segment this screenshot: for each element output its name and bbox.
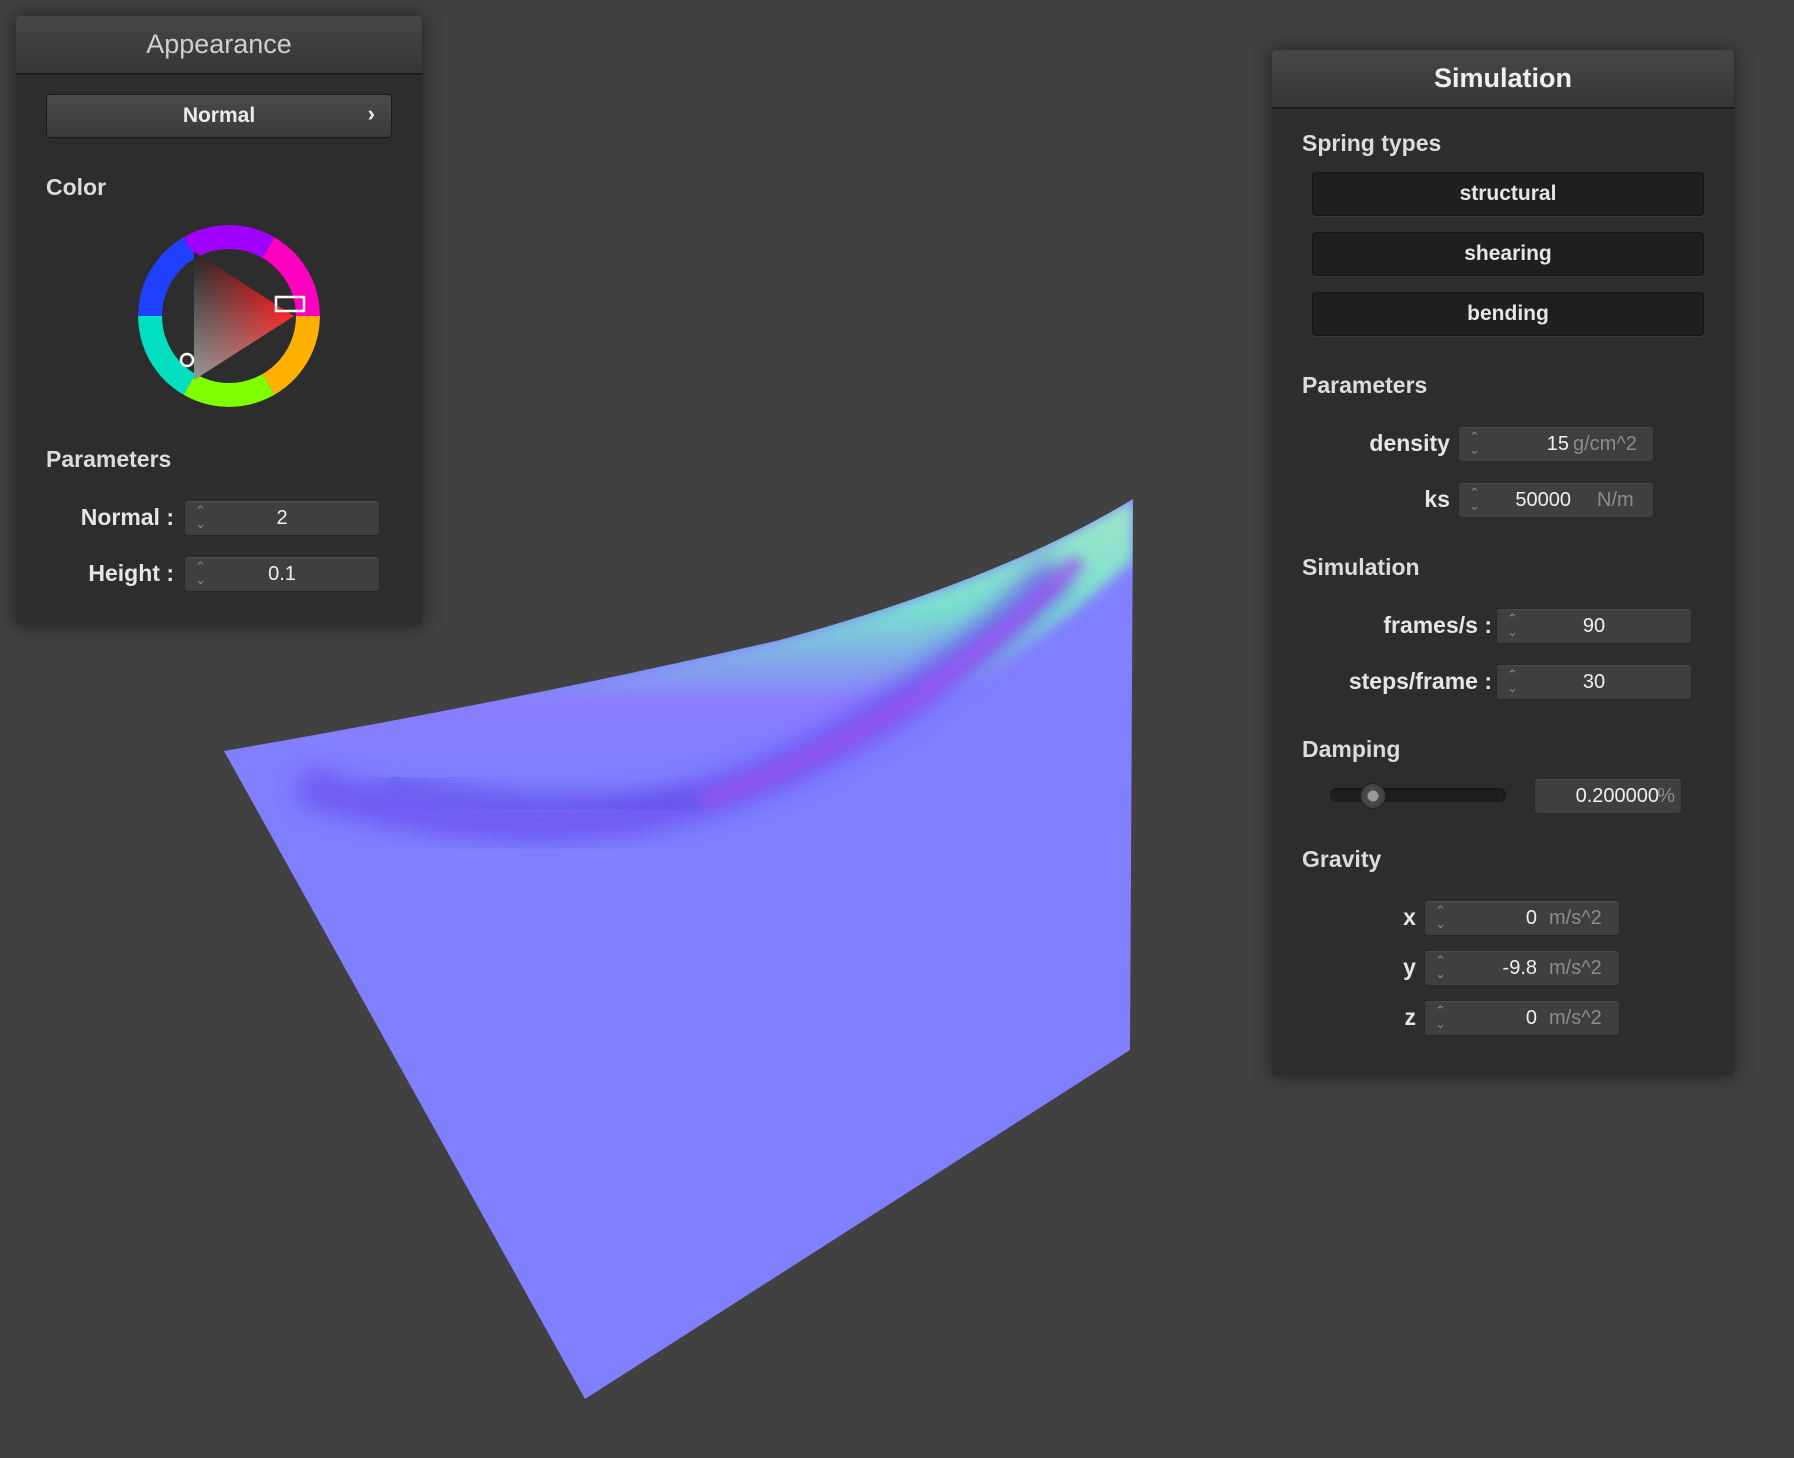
simulation-panel: Simulation Spring types structural shear… [1272,50,1734,1076]
steps-label: steps/frame : [1348,668,1492,694]
density-spinbox[interactable]: ⌃ ⌄ 15 g/cm^2 [1458,426,1654,462]
height-value: 0.1 [268,563,296,585]
damping-unit: % [1657,785,1675,807]
appearance-title: Appearance [16,16,422,75]
gravity-z-value: 0 [1525,1007,1537,1029]
gravity-y-unit: m/s^2 [1549,957,1602,979]
color-wheel[interactable] [134,221,324,411]
ks-spinbox[interactable]: ⌃ ⌄ 50000 N/m [1458,482,1654,518]
structural-button[interactable]: structural [1312,172,1704,216]
gravity-x-label: x : [1403,904,1430,930]
fps-label: frames/s : [1383,612,1492,638]
spin-arrows-icon[interactable]: ⌃ ⌄ [1435,1004,1446,1030]
normal-value: 2 [276,507,288,529]
ks-unit: N/m [1597,489,1634,511]
density-unit: g/cm^2 [1573,433,1637,455]
gravity-y-value: -9.8 [1502,957,1537,979]
gravity-z-unit: m/s^2 [1549,1007,1602,1029]
color-label: Color [46,174,107,200]
steps-spinbox[interactable]: ⌃ ⌄ 30 [1496,664,1692,700]
gravity-z-label: z : [1404,1004,1430,1030]
fps-value: 90 [1582,615,1606,637]
shearing-button[interactable]: shearing [1312,232,1704,276]
density-value: 15 [1546,433,1569,455]
chevron-right-icon: › [367,101,375,126]
mode-label: Normal [182,104,256,127]
spring-types-label: Spring types [1302,130,1442,156]
height-label: Height : [88,560,174,586]
damping-slider-knob[interactable] [1360,783,1387,809]
appearance-panel: Appearance Normal › Color Parameters Nor… [16,16,422,625]
simulation-section-label: Simulation [1302,554,1420,580]
damping-slider[interactable] [1330,783,1506,809]
damping-field[interactable]: 0.200000 % [1534,778,1682,814]
ks-label: ks : [1424,486,1464,512]
fps-spinbox[interactable]: ⌃ ⌄ 90 [1496,608,1692,644]
height-spinbox[interactable]: ⌃ ⌄ 0.1 [184,556,380,592]
gravity-x-value: 0 [1525,907,1537,929]
spin-arrows-icon[interactable]: ⌃ ⌄ [1469,486,1480,512]
gravity-x-spinbox[interactable]: ⌃ ⌄ 0 m/s^2 [1424,900,1620,936]
spin-arrows-icon[interactable]: ⌃ ⌄ [1435,904,1446,930]
sim-params-label: Parameters [1302,372,1428,398]
normal-spinbox[interactable]: ⌃ ⌄ 2 [184,500,380,536]
gravity-y-spinbox[interactable]: ⌃ ⌄ -9.8 m/s^2 [1424,950,1620,986]
gravity-y-label: y : [1403,954,1430,980]
damping-value: 0.200000 [1575,785,1659,807]
density-label: density : [1369,430,1464,456]
spin-arrows-icon[interactable]: ⌃ ⌄ [1469,430,1480,456]
normal-label: Normal : [80,504,174,530]
gravity-z-spinbox[interactable]: ⌃ ⌄ 0 m/s^2 [1424,1000,1620,1036]
gravity-label: Gravity [1302,846,1382,872]
gravity-x-unit: m/s^2 [1549,907,1602,929]
spin-arrows-icon[interactable]: ⌃ ⌄ [1435,954,1446,980]
appearance-params-label: Parameters [46,446,172,472]
simulation-title: Simulation [1272,50,1734,109]
ks-value: 50000 [1515,489,1571,511]
bending-button[interactable]: bending [1312,292,1704,336]
mode-dropdown-button[interactable]: Normal › [46,94,392,138]
damping-label: Damping [1302,736,1401,762]
steps-value: 30 [1582,671,1606,693]
